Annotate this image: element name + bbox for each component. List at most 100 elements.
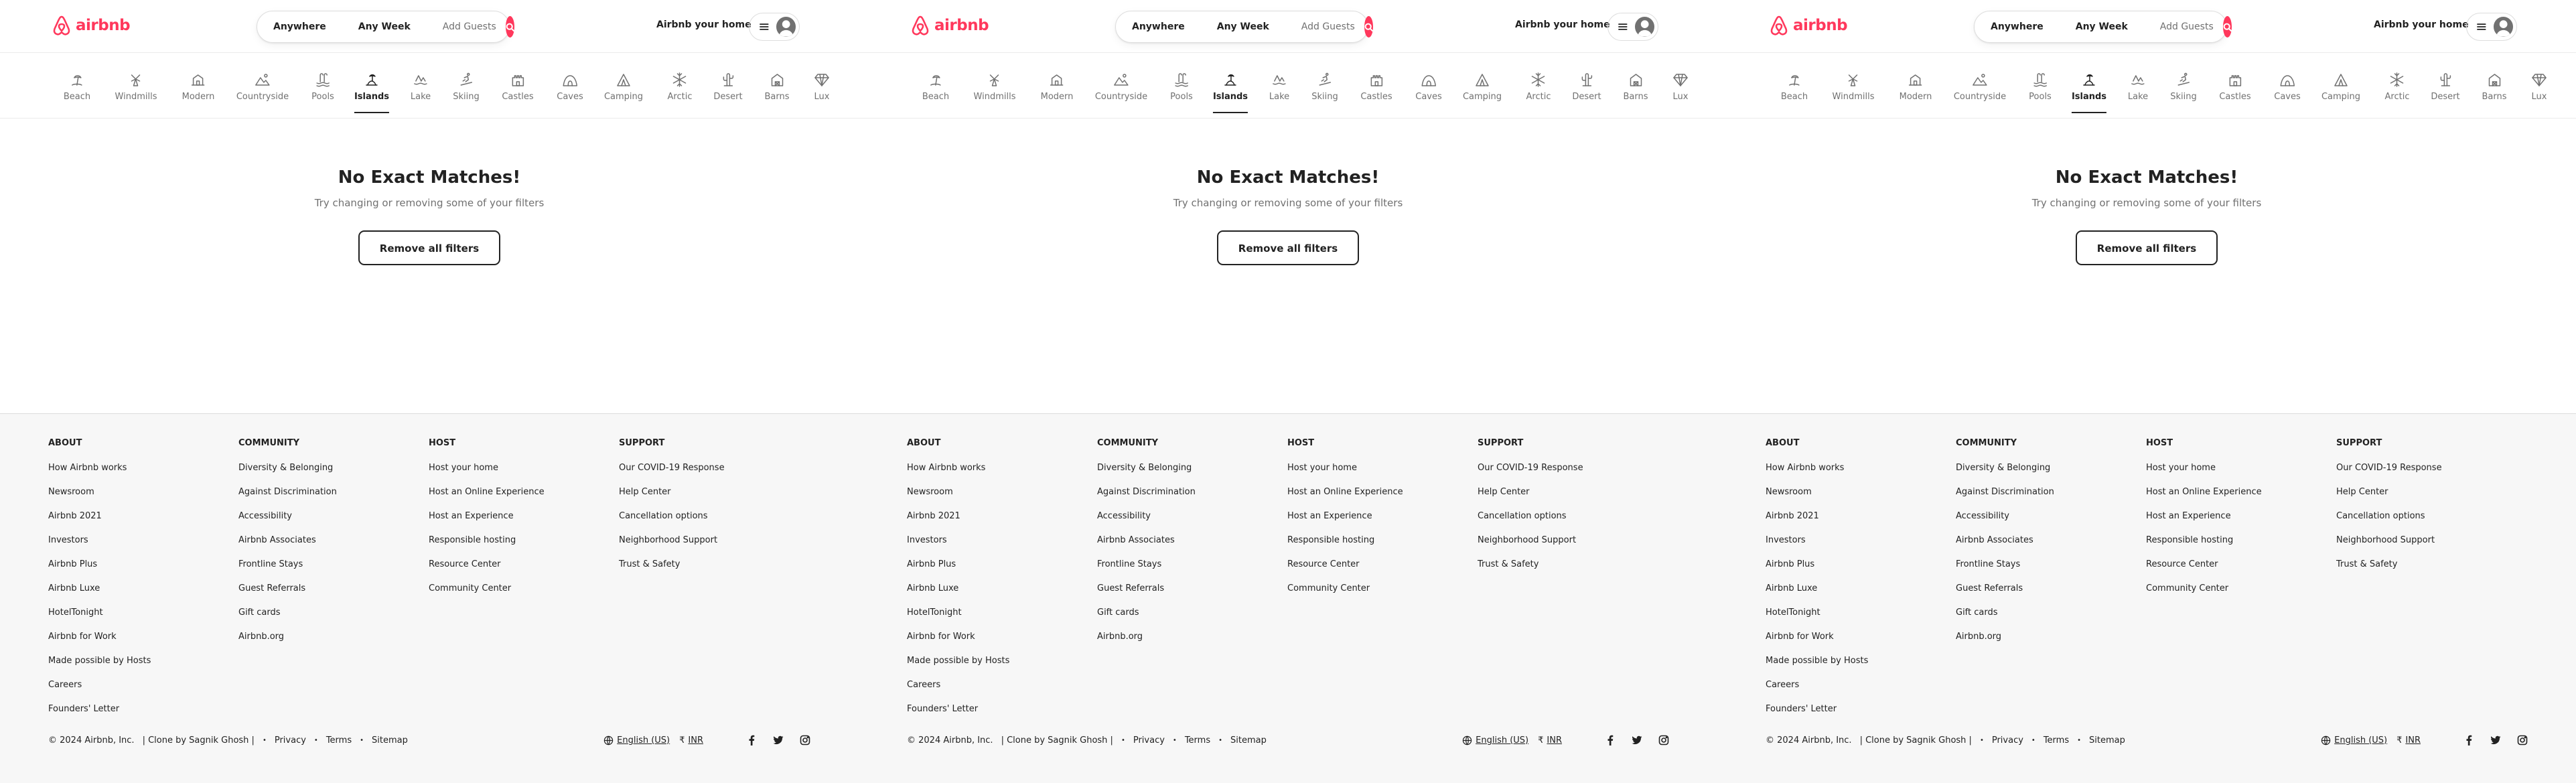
category-camping[interactable]: Camping [604, 72, 643, 102]
footer-link[interactable]: Airbnb Plus [48, 559, 151, 583]
category-skiing[interactable]: Skiing [2170, 72, 2197, 102]
footer-link[interactable]: Airbnb Associates [1097, 535, 1196, 559]
footer-link[interactable]: Investors [1766, 535, 1868, 559]
remove-all-filters-button[interactable]: Remove all filters [2075, 230, 2218, 265]
footer-link[interactable]: Community Center [1287, 583, 1403, 608]
category-barns[interactable]: Barns [1623, 72, 1648, 102]
footer-link[interactable]: Neighborhood Support [619, 535, 725, 559]
category-arctic[interactable]: Arctic [668, 72, 692, 102]
footer-link[interactable]: Founders' Letter [48, 704, 151, 728]
category-camping[interactable]: Camping [2321, 72, 2360, 102]
footer-link[interactable]: Airbnb 2021 [1766, 511, 1868, 535]
instagram-icon[interactable] [800, 735, 810, 745]
footer-link[interactable]: Airbnb Plus [907, 559, 1009, 583]
footer-link[interactable]: Cancellation options [619, 511, 725, 535]
footer-link[interactable]: Trust & Safety [619, 559, 725, 583]
terms-link[interactable]: Terms [2044, 735, 2069, 745]
category-lake[interactable]: Lake [2128, 72, 2148, 102]
footer-link[interactable]: Frontline Stays [1956, 559, 2054, 583]
category-arctic[interactable]: Arctic [1526, 72, 1551, 102]
category-caves[interactable]: Caves [557, 72, 583, 102]
footer-link[interactable]: Host your home [2146, 463, 2262, 487]
category-countryside[interactable]: Countryside [1954, 72, 2006, 102]
category-islands[interactable]: Islands [1212, 72, 1248, 113]
footer-link[interactable]: Airbnb Associates [1956, 535, 2054, 559]
add-guests-button[interactable]: Add Guests [2144, 19, 2220, 35]
footer-link[interactable]: Airbnb.org [1097, 632, 1196, 656]
language-selector[interactable]: English (US) [603, 735, 670, 745]
footer-link[interactable]: Made possible by Hosts [907, 656, 1009, 680]
footer-link[interactable]: Resource Center [429, 559, 545, 583]
terms-link[interactable]: Terms [326, 735, 352, 745]
footer-link[interactable]: Careers [1766, 680, 1868, 704]
footer-link[interactable]: How Airbnb works [907, 463, 1009, 487]
profile-menu-button[interactable] [2466, 13, 2517, 41]
footer-link[interactable]: Gift cards [1956, 608, 2054, 632]
footer-link[interactable]: Host an Online Experience [2146, 487, 2262, 511]
anywhere-button[interactable]: Anywhere [1116, 19, 1201, 35]
footer-link[interactable]: Accessibility [1097, 511, 1196, 535]
footer-link[interactable]: Trust & Safety [2336, 559, 2442, 583]
add-guests-button[interactable]: Add Guests [427, 19, 503, 35]
remove-all-filters-button[interactable]: Remove all filters [1216, 230, 1360, 265]
footer-link[interactable]: HotelTonight [1766, 608, 1868, 632]
search-bar[interactable]: Anywhere Any Week Add Guests [257, 11, 514, 43]
footer-link[interactable]: Our COVID-19 Response [2336, 463, 2442, 487]
footer-link[interactable]: Help Center [2336, 487, 2442, 511]
footer-link[interactable]: Frontline Stays [1097, 559, 1196, 583]
privacy-link[interactable]: Privacy [1133, 735, 1165, 745]
category-lake[interactable]: Lake [411, 72, 431, 102]
footer-link[interactable]: Guest Referrals [1097, 583, 1196, 608]
any-week-button[interactable]: Any Week [1201, 19, 1285, 35]
footer-link[interactable]: Airbnb 2021 [48, 511, 151, 535]
any-week-button[interactable]: Any Week [2060, 19, 2144, 35]
footer-link[interactable]: Trust & Safety [1478, 559, 1583, 583]
footer-link[interactable]: HotelTonight [907, 608, 1009, 632]
category-barns[interactable]: Barns [764, 72, 790, 102]
footer-link[interactable]: Airbnb Luxe [48, 583, 151, 608]
search-bar[interactable]: Anywhere Any Week Add Guests [1974, 11, 2232, 43]
footer-link[interactable]: Airbnb 2021 [907, 511, 1009, 535]
any-week-button[interactable]: Any Week [342, 19, 427, 35]
footer-link[interactable]: Airbnb for Work [1766, 632, 1868, 656]
footer-link[interactable]: Community Center [429, 583, 545, 608]
footer-link[interactable]: Accessibility [238, 511, 337, 535]
anywhere-button[interactable]: Anywhere [257, 19, 342, 35]
footer-link[interactable]: Guest Referrals [1956, 583, 2054, 608]
airbnb-logo[interactable]: airbnb [1770, 15, 1848, 35]
category-caves[interactable]: Caves [1415, 72, 1442, 102]
category-countryside[interactable]: Countryside [1095, 72, 1147, 102]
category-desert[interactable]: Desert [713, 72, 743, 102]
category-islands[interactable]: Islands [354, 72, 390, 113]
category-islands[interactable]: Islands [2071, 72, 2107, 113]
footer-link[interactable]: Host an Experience [2146, 511, 2262, 535]
footer-link[interactable]: Gift cards [238, 608, 337, 632]
footer-link[interactable]: Frontline Stays [238, 559, 337, 583]
search-button[interactable] [505, 16, 514, 38]
currency-selector[interactable]: ₹ INR [679, 735, 703, 745]
sitemap-link[interactable]: Sitemap [372, 735, 408, 745]
footer-link[interactable]: Resource Center [2146, 559, 2262, 583]
footer-link[interactable]: Accessibility [1956, 511, 2054, 535]
footer-link[interactable]: Airbnb Associates [238, 535, 337, 559]
footer-link[interactable]: Cancellation options [1478, 511, 1583, 535]
category-pools[interactable]: Pools [311, 72, 334, 102]
footer-link[interactable]: Airbnb Plus [1766, 559, 1868, 583]
footer-link[interactable]: Airbnb Luxe [1766, 583, 1868, 608]
footer-link[interactable]: Host an Online Experience [1287, 487, 1403, 511]
footer-link[interactable]: Airbnb.org [1956, 632, 2054, 656]
category-desert[interactable]: Desert [2431, 72, 2460, 102]
category-beach[interactable]: Beach [64, 72, 90, 102]
footer-link[interactable]: Our COVID-19 Response [1478, 463, 1583, 487]
footer-link[interactable]: Airbnb for Work [48, 632, 151, 656]
airbnb-logo[interactable]: airbnb [911, 15, 989, 35]
footer-link[interactable]: Neighborhood Support [1478, 535, 1583, 559]
footer-link[interactable]: Careers [48, 680, 151, 704]
facebook-icon[interactable] [2463, 735, 2474, 745]
remove-all-filters-button[interactable]: Remove all filters [358, 230, 501, 265]
category-countryside[interactable]: Countryside [236, 72, 289, 102]
footer-link[interactable]: Diversity & Belonging [1956, 463, 2054, 487]
category-castles[interactable]: Castles [502, 72, 534, 102]
footer-link[interactable]: Careers [907, 680, 1009, 704]
language-selector[interactable]: English (US) [1462, 735, 1528, 745]
